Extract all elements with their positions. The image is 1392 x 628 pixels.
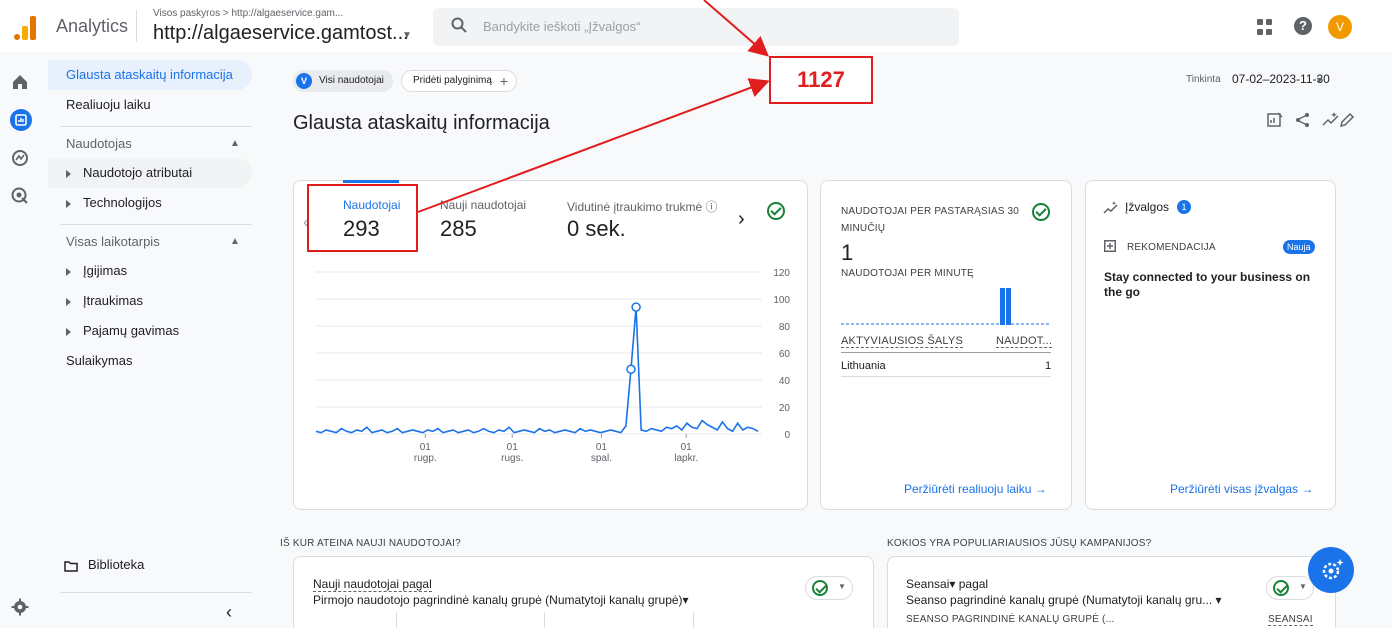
annotation-arrows (417, 0, 770, 213)
arrow-from-top (703, 0, 770, 57)
arrow-from-users (417, 78, 770, 213)
